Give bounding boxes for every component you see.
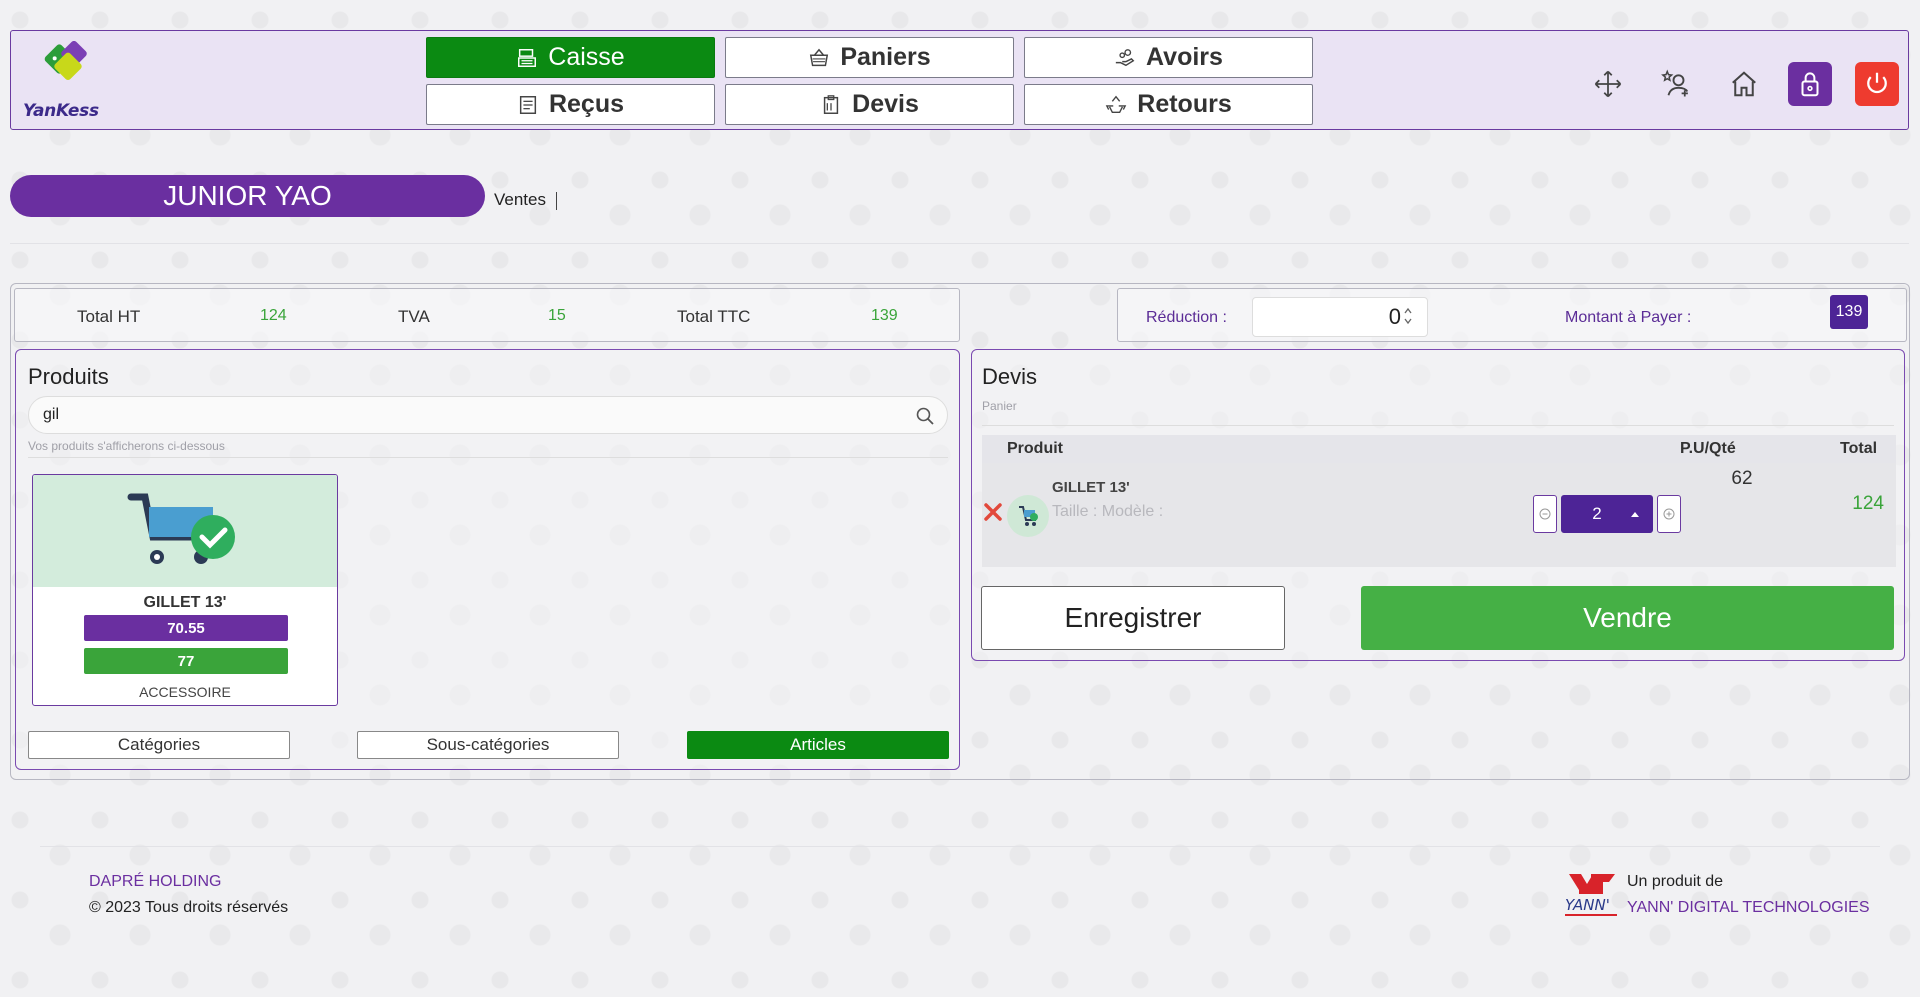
svg-text:YANN': YANN': [1565, 896, 1610, 914]
product-by-label: Un produit de: [1627, 873, 1724, 890]
plus-circle-icon: [1663, 508, 1675, 520]
tab-categories[interactable]: Catégories: [28, 731, 290, 759]
tva-label: TVA: [398, 307, 430, 326]
section-label: Ventes: [494, 190, 557, 210]
divider: [982, 425, 1894, 426]
home-icon[interactable]: [1722, 62, 1766, 106]
devis-title: Devis: [982, 364, 1038, 389]
cart-row: GILLET 13' Taille : Modèle : 62 2 124: [982, 463, 1896, 567]
devis-panel: Devis Panier Produit P.U/Qté Total GILLE…: [971, 349, 1905, 661]
nav-recus-label: Reçus: [548, 90, 625, 118]
products-title: Produits: [28, 364, 109, 389]
nav-caisse-label: Caisse: [548, 43, 625, 71]
payment-box: Réduction : 0 Montant à Payer : 139: [1117, 288, 1907, 342]
caret-up-icon: [1631, 512, 1639, 517]
nav-retours-label: Retours: [1137, 90, 1232, 118]
nav-avoirs-label: Avoirs: [1146, 43, 1223, 71]
product-image: [33, 475, 337, 587]
basket-icon: [810, 48, 829, 66]
nav-caisse-button[interactable]: Caisse: [426, 37, 715, 78]
save-button[interactable]: Enregistrer: [981, 586, 1285, 650]
reduction-label: Réduction :: [1146, 309, 1227, 326]
yann-logo: YANN': [1565, 874, 1617, 916]
receipt-icon: [519, 95, 537, 114]
cart-header: Produit P.U/Qté Total: [982, 435, 1896, 463]
search-icon[interactable]: [915, 406, 935, 426]
search-input[interactable]: [43, 406, 843, 424]
lock-icon[interactable]: [1788, 62, 1832, 106]
col-pu-qte: P.U/Qté: [1680, 440, 1736, 457]
minus-circle-icon: [1539, 508, 1551, 520]
power-icon[interactable]: [1855, 62, 1899, 106]
products-panel: Produits Vos produits s'afficherons ci-d…: [15, 349, 960, 770]
nav-recus-button[interactable]: Reçus: [426, 84, 715, 125]
spinner-icon[interactable]: [1403, 305, 1413, 327]
qty-decrement-button[interactable]: [1533, 495, 1557, 533]
col-total: Total: [1840, 440, 1878, 457]
tab-sous-categories[interactable]: Sous-catégories: [357, 731, 619, 759]
total-ht-value: 124: [260, 307, 287, 324]
qty-value: 2: [1592, 504, 1602, 523]
nav-devis-button[interactable]: Devis: [725, 84, 1014, 125]
hand-coins-icon: [1115, 48, 1135, 66]
user-star-icon[interactable]: [1654, 62, 1698, 106]
search-hint: Vos produits s'afficherons ci-dessous: [28, 439, 225, 453]
cash-register-icon: [518, 48, 537, 67]
nav-paniers-button[interactable]: Paniers: [725, 37, 1014, 78]
clipboard-icon: [823, 94, 839, 114]
qty-field[interactable]: 2: [1561, 495, 1653, 533]
top-header: YanKess Caisse Paniers Avoirs Reçus Devi…: [10, 30, 1909, 130]
col-produit: Produit: [1007, 440, 1063, 457]
cart-item-icon: [1007, 495, 1049, 537]
copyright: © 2023 Tous droits réservés: [89, 899, 289, 916]
cart-item-total: 124: [1852, 493, 1884, 514]
nav-paniers-label: Paniers: [840, 43, 931, 71]
amount-to-pay-value: 139: [1830, 295, 1868, 329]
divider: [28, 457, 948, 458]
cart-item-name: GILLET 13': [1052, 479, 1130, 496]
company-name[interactable]: DAPRÉ HOLDING: [89, 873, 221, 891]
logo-text: YanKess: [23, 101, 99, 121]
shopping-cart-check-icon: [127, 493, 235, 564]
totals-box: Total HT 124 TVA 15 Total TTC 139: [14, 288, 960, 342]
footer-divider: [40, 846, 1880, 847]
nav-avoirs-button[interactable]: Avoirs: [1024, 37, 1313, 78]
cart-item-unit-price: 62: [1731, 468, 1753, 489]
user-name-pill[interactable]: JUNIOR YAO: [10, 175, 485, 217]
total-ttc-label: Total TTC: [677, 307, 751, 326]
tab-articles[interactable]: Articles: [687, 731, 949, 759]
move-icon[interactable]: [1586, 62, 1630, 106]
total-ht-label: Total HT: [77, 307, 141, 326]
search-box[interactable]: [28, 396, 948, 434]
product-name: GILLET 13': [143, 594, 227, 611]
recycle-icon: [1105, 95, 1127, 113]
divider: [10, 243, 1909, 244]
amount-to-pay-label: Montant à Payer :: [1565, 309, 1692, 326]
qty-increment-button[interactable]: [1657, 495, 1681, 533]
nav-devis-label: Devis: [852, 90, 919, 118]
tva-value: 15: [548, 307, 566, 324]
product-price-purchase: 70.55: [84, 615, 288, 641]
sell-button[interactable]: Vendre: [1361, 586, 1894, 650]
vendor-link[interactable]: YANN' DIGITAL TECHNOLOGIES: [1627, 899, 1870, 917]
reduction-input[interactable]: 0: [1252, 297, 1428, 337]
cart-item-attributes: Taille : Modèle :: [1052, 503, 1164, 520]
product-category: ACCESSOIRE: [139, 684, 231, 700]
total-ttc-value: 139: [871, 307, 898, 324]
nav-retours-button[interactable]: Retours: [1024, 84, 1313, 125]
product-card[interactable]: GILLET 13' 70.55 77 ACCESSOIRE: [32, 474, 338, 706]
product-price-sale: 77: [84, 648, 288, 674]
devis-subtitle: Panier: [982, 399, 1017, 413]
delete-icon[interactable]: [982, 501, 1004, 523]
